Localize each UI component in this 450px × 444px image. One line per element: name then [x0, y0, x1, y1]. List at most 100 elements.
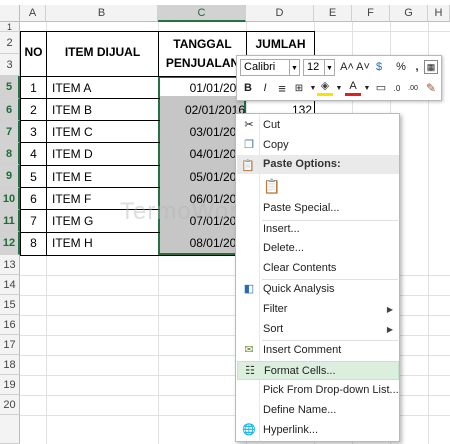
font-name-dropdown-icon[interactable]: ▼ — [290, 59, 300, 76]
row-header-16[interactable]: 16 — [0, 315, 20, 335]
menu-item-label: Pick From Drop-down List... — [263, 384, 399, 396]
column-header-c[interactable]: C — [158, 5, 246, 22]
italic-button[interactable]: I — [257, 80, 273, 97]
cell-date[interactable]: 02/01/2016 — [161, 103, 245, 117]
cell-date[interactable]: 05/01/201 — [161, 170, 243, 184]
center-align-icon[interactable]: ≡ — [274, 80, 290, 97]
column-header-h[interactable]: H — [428, 5, 450, 22]
comma-style-icon[interactable]: , — [409, 59, 425, 76]
cell-no[interactable]: 3 — [21, 125, 46, 139]
cell-item[interactable]: ITEM B — [52, 103, 152, 117]
header-penjualan: PENJUALAN — [165, 56, 240, 70]
row-header-2[interactable]: 2 — [0, 32, 20, 54]
column-header-b[interactable]: B — [46, 5, 158, 22]
cell-no[interactable]: 6 — [21, 192, 46, 206]
cell-item[interactable]: ITEM E — [52, 170, 152, 184]
menu-item-label: Insert Comment — [263, 344, 342, 356]
font-name-box[interactable]: Calibri — [240, 59, 290, 76]
menu-item-copy[interactable]: ❐ Copy — [237, 136, 399, 155]
row-header-6[interactable]: 6 — [0, 99, 20, 121]
cell-item[interactable]: ITEM A — [52, 81, 152, 95]
row-header-10[interactable]: 10 — [0, 188, 20, 210]
grow-font-icon[interactable]: A˄ — [339, 59, 355, 76]
row-header-8[interactable]: 8 — [0, 143, 20, 165]
comment-icon: ✉ — [244, 344, 254, 356]
menu-item-hyperlink[interactable]: 🌐 Hyperlink... — [237, 421, 399, 440]
menu-item-format-cells[interactable]: ☷ Format Cells... — [237, 361, 399, 380]
menu-item-insert-comment[interactable]: ✉ Insert Comment — [237, 341, 399, 360]
decrease-decimal-icon[interactable]: .00 — [405, 80, 421, 97]
table-rule — [20, 120, 160, 121]
menu-item-label: Delete... — [263, 242, 304, 254]
column-header-a[interactable]: A — [20, 5, 46, 22]
format-table-icon[interactable]: ▦ — [424, 60, 438, 74]
menu-item-clear-contents[interactable]: Clear Contents — [237, 259, 399, 278]
cell-item[interactable]: ITEM H — [52, 236, 152, 250]
row-header-17[interactable]: 17 — [0, 335, 20, 355]
column-header-f[interactable]: F — [352, 5, 390, 22]
menu-item-label: Cut — [263, 119, 281, 131]
format-painter-icon[interactable]: ✎ — [423, 80, 439, 97]
menu-item-label: Copy — [263, 139, 289, 151]
cell-date[interactable]: 04/01/201 — [161, 147, 243, 161]
row-header-7[interactable]: 7 — [0, 121, 20, 143]
percent-style-icon[interactable]: % — [393, 59, 409, 76]
row-header-13[interactable]: 13 — [0, 255, 20, 275]
row-header-3[interactable]: 3 — [0, 54, 20, 76]
cell-date[interactable]: 03/01/201 — [161, 125, 243, 139]
row-header-5[interactable]: 5 — [0, 76, 20, 99]
row-header-15[interactable]: 15 — [0, 295, 20, 315]
row-header-1[interactable]: 1 — [0, 22, 20, 32]
column-header-e[interactable]: E — [314, 5, 352, 22]
row-header-12[interactable]: 12 — [0, 232, 20, 255]
menu-item-label: Clear Contents — [263, 262, 337, 274]
menu-item-label: Sort — [263, 323, 284, 335]
copy-icon: ❐ — [244, 139, 254, 151]
menu-item-pick-from-dropdown[interactable]: Pick From Drop-down List... — [237, 381, 399, 400]
row-header-11[interactable]: 11 — [0, 210, 20, 232]
cell-no[interactable]: 7 — [21, 214, 46, 228]
font-size-box[interactable]: 12 — [303, 59, 325, 76]
menu-item-filter[interactable]: Filter ▶ — [237, 300, 399, 319]
cell-date[interactable]: 08/01/201 — [161, 236, 243, 250]
currency-format-icon[interactable]: $ — [371, 59, 387, 76]
cell-item[interactable]: ITEM C — [52, 125, 152, 139]
mini-toolbar: Calibri ▼ 12 ▼ A˄ A˅ $ % , ▦ B I ≡ ⊞ ▼ ◈… — [236, 55, 442, 101]
increase-decimal-icon[interactable]: .0 — [389, 80, 405, 97]
menu-item-insert[interactable]: Insert... — [237, 220, 399, 239]
chevron-right-icon: ▶ — [386, 305, 393, 314]
cell-item[interactable]: ITEM D — [52, 147, 152, 161]
cell-date[interactable]: 01/01/201 — [161, 81, 243, 95]
cell-no[interactable]: 5 — [21, 170, 46, 184]
menu-item-cut[interactable]: ✂ Cut — [237, 116, 399, 135]
select-all-corner[interactable] — [0, 5, 20, 22]
column-header-d[interactable]: D — [246, 5, 314, 22]
context-menu: ✂ Cut ❐ Copy 📋 Paste Options: 📋 Paste Sp… — [235, 113, 400, 442]
shrink-font-icon[interactable]: A˅ — [355, 59, 371, 76]
column-header-g[interactable]: G — [390, 5, 428, 22]
menu-item-define-name[interactable]: Define Name... — [237, 401, 399, 420]
row-header-9[interactable]: 9 — [0, 165, 20, 188]
header-no: NO — [24, 45, 43, 59]
row-header-21[interactable] — [0, 415, 20, 444]
bold-button[interactable]: B — [240, 80, 256, 97]
table-rule — [46, 31, 47, 256]
row-header-18[interactable]: 18 — [0, 355, 20, 375]
menu-item-quick-analysis[interactable]: ◧ Quick Analysis — [237, 280, 399, 299]
row-header-20[interactable]: 20 — [0, 395, 20, 415]
row-header-14[interactable]: 14 — [0, 275, 20, 295]
merge-center-icon[interactable]: ▭ — [373, 80, 389, 97]
menu-item-label: Format Cells... — [264, 365, 336, 377]
table-rule — [20, 165, 160, 166]
menu-item-label: Filter — [263, 303, 288, 315]
paste-clipboard-icon[interactable]: 📋 — [262, 176, 282, 196]
cell-no[interactable]: 1 — [21, 81, 46, 95]
cell-no[interactable]: 2 — [21, 103, 46, 117]
menu-item-paste-special[interactable]: Paste Special... — [237, 199, 399, 218]
font-size-dropdown-icon[interactable]: ▼ — [325, 59, 335, 76]
cell-no[interactable]: 8 — [21, 236, 46, 250]
cell-no[interactable]: 4 — [21, 147, 46, 161]
row-header-19[interactable]: 19 — [0, 375, 20, 395]
menu-item-delete[interactable]: Delete... — [237, 239, 399, 258]
menu-item-sort[interactable]: Sort ▶ — [237, 320, 399, 339]
